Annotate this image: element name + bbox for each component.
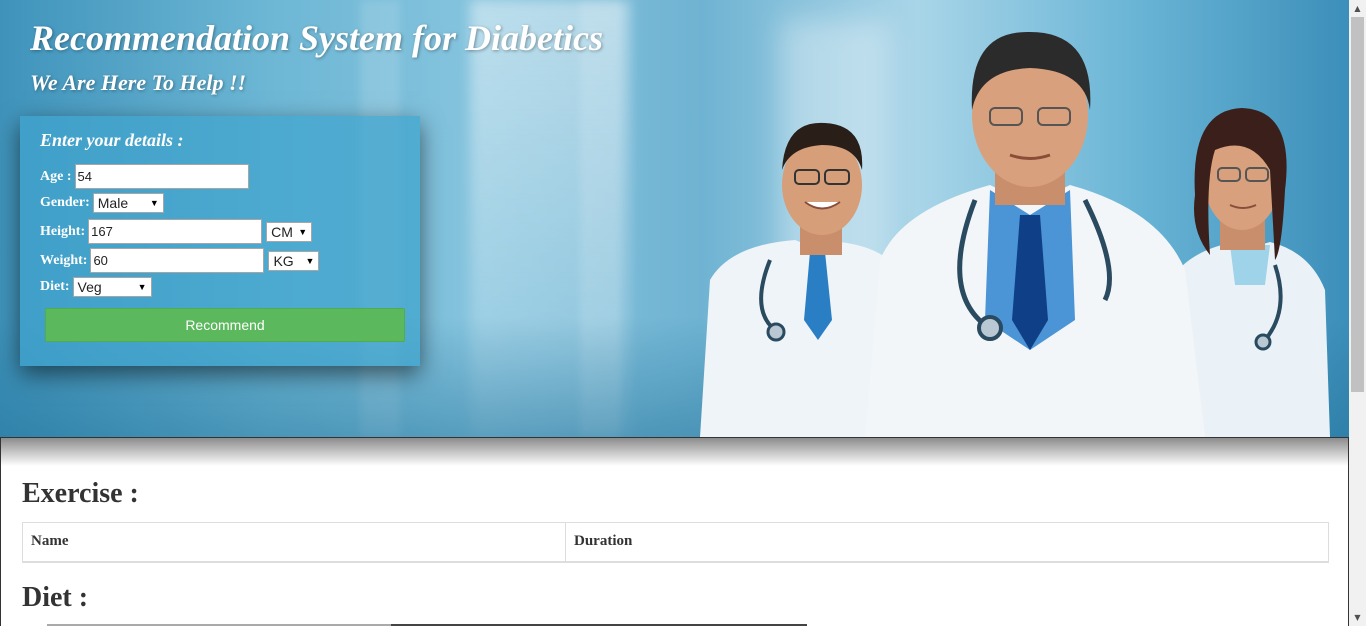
diet-label: Diet: [40,279,70,294]
details-form: Enter your details : Age : Gender: Male … [20,116,420,366]
weight-row: Weight: KG ▼ [40,248,320,273]
hero-banner: Recommendation System for Diabetics We A… [0,0,1349,437]
results-section: Exercise : Name Duration Diet : [0,437,1349,626]
weight-unit-select[interactable]: KG ▼ [268,250,320,271]
scroll-down-icon[interactable]: ▼ [1349,609,1366,626]
weight-input[interactable] [90,248,265,273]
chevron-down-icon: ▼ [305,255,315,266]
weight-label: Weight: [40,252,88,268]
height-unit-select[interactable]: CM ▼ [266,221,313,242]
vertical-scrollbar[interactable]: ▲ ▼ [1349,0,1366,626]
height-input[interactable] [88,219,263,244]
exercise-heading: Exercise : [22,478,139,509]
height-unit-value: CM [271,223,293,240]
scrollbar-thumb[interactable] [1351,17,1364,392]
chevron-down-icon: ▼ [137,282,147,292]
exercise-table: Name Duration [22,522,1329,563]
diet-selected-value: Veg [77,279,102,295]
age-label: Age : [40,168,72,184]
gender-selected-value: Male [97,195,129,211]
column-header-name: Name [22,522,566,563]
weight-unit-value: KG [273,252,294,269]
page-title: Recommendation System for Diabetics [30,18,603,58]
recommend-button[interactable]: Recommend [45,308,405,342]
column-header-duration: Duration [565,522,1329,563]
chevron-down-icon: ▼ [149,198,159,208]
doctors-image [700,31,1330,437]
age-row: Age : [40,164,249,189]
form-title: Enter your details : [40,130,184,150]
chevron-down-icon: ▼ [298,226,308,237]
diet-row: Diet: Veg ▼ [40,277,152,297]
gender-select[interactable]: Male ▼ [92,193,164,213]
diet-heading: Diet : [22,582,89,613]
age-input[interactable] [74,164,249,189]
height-row: Height: CM ▼ [40,219,313,244]
gender-row: Gender: Male ▼ [40,193,164,213]
gender-label: Gender: [40,195,90,210]
scroll-up-icon[interactable]: ▲ [1349,0,1366,17]
height-label: Height: [40,223,86,239]
table-header-row: Name Duration [22,522,1329,563]
page-tagline: We Are Here To Help !! [30,70,247,95]
diet-select[interactable]: Veg ▼ [72,277,152,297]
